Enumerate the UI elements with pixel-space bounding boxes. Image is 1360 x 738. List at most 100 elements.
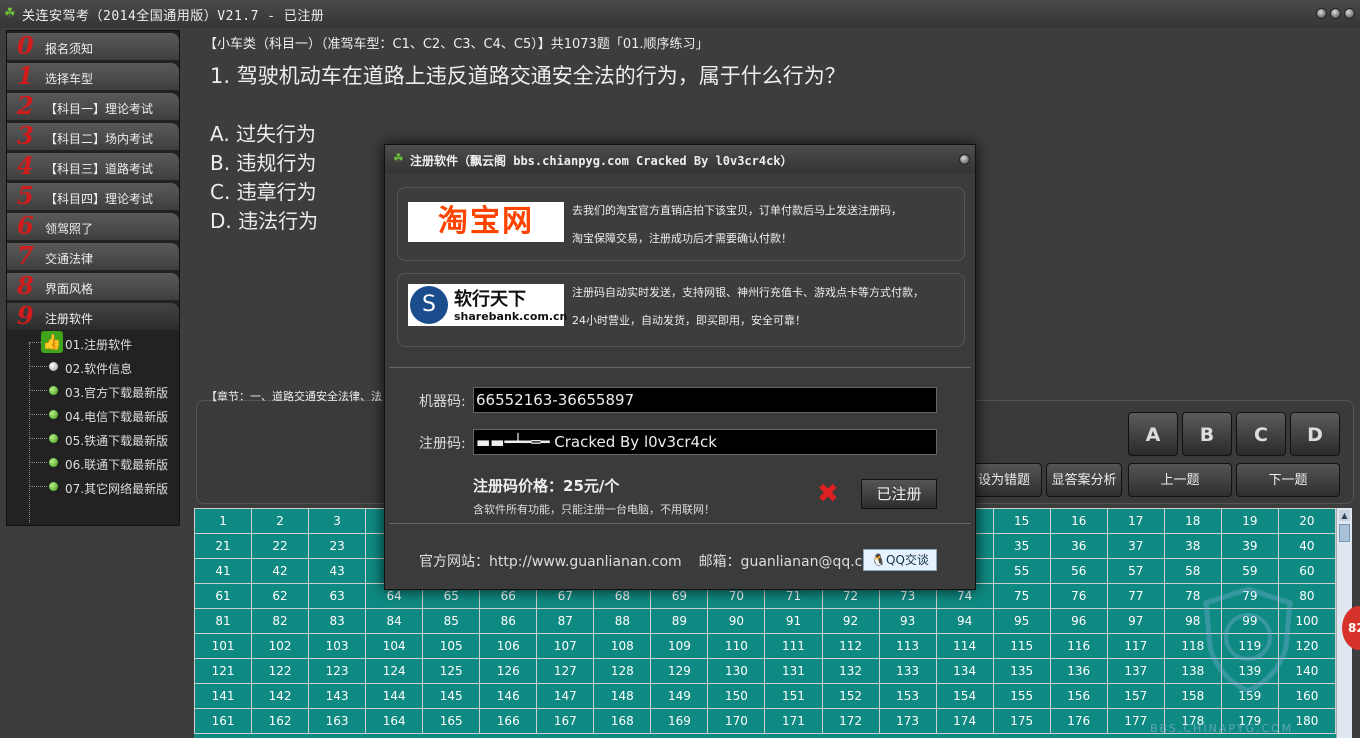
question-number-cell[interactable]: 111: [764, 633, 823, 659]
question-number-cell[interactable]: 108: [593, 633, 652, 659]
question-number-cell[interactable]: 107: [536, 633, 595, 659]
question-number-cell[interactable]: 122: [251, 658, 310, 684]
email-text[interactable]: 邮箱：guanlianan@qq.com: [699, 554, 885, 570]
question-number-cell[interactable]: 161: [194, 708, 253, 734]
question-number-cell[interactable]: 129: [650, 658, 709, 684]
question-number-cell[interactable]: 175: [992, 708, 1051, 734]
question-number-cell[interactable]: 166: [479, 708, 538, 734]
close-x-icon[interactable]: ✖: [817, 479, 839, 509]
question-number-cell[interactable]: 81: [194, 608, 253, 634]
answer-c-button[interactable]: C: [1236, 412, 1286, 456]
sidebar-item-6[interactable]: 6 领驾照了: [7, 211, 179, 241]
subitem-register[interactable]: 👍 01.注册软件: [29, 331, 179, 355]
sharebank-logo[interactable]: S 软行天下 sharebank.com.cn: [408, 284, 567, 326]
question-number-cell[interactable]: 109: [650, 633, 709, 659]
sidebar-item-9[interactable]: 9 注册软件: [7, 301, 179, 331]
subitem-tietong-download[interactable]: 05.铁通下载最新版: [29, 427, 179, 451]
question-number-cell[interactable]: 168: [593, 708, 652, 734]
question-number-cell[interactable]: 134: [935, 658, 994, 684]
question-number-cell[interactable]: 154: [935, 683, 994, 709]
question-number-cell[interactable]: 43: [308, 558, 367, 584]
question-number-cell[interactable]: 83: [308, 608, 367, 634]
question-number-cell[interactable]: 146: [479, 683, 538, 709]
question-number-cell[interactable]: 153: [878, 683, 937, 709]
question-number-cell[interactable]: 169: [650, 708, 709, 734]
sidebar-item-7[interactable]: 7 交通法律: [7, 241, 179, 271]
question-number-cell[interactable]: 20: [1277, 508, 1336, 534]
scroll-thumb[interactable]: [1339, 524, 1350, 542]
question-number-cell[interactable]: 91: [764, 608, 823, 634]
question-number-cell[interactable]: 17: [1106, 508, 1165, 534]
question-number-cell[interactable]: 19: [1220, 508, 1279, 534]
sidebar-item-4[interactable]: 4 【科目三】道路考试: [7, 151, 179, 181]
question-number-cell[interactable]: 93: [878, 608, 937, 634]
question-number-cell[interactable]: 92: [821, 608, 880, 634]
question-number-cell[interactable]: 142: [251, 683, 310, 709]
question-number-cell[interactable]: 157: [1106, 683, 1165, 709]
question-number-cell[interactable]: 116: [1049, 633, 1108, 659]
question-number-cell[interactable]: 165: [422, 708, 481, 734]
question-number-cell[interactable]: 137: [1106, 658, 1165, 684]
question-number-cell[interactable]: 2: [251, 508, 310, 534]
question-number-cell[interactable]: 42: [251, 558, 310, 584]
question-number-cell[interactable]: 176: [1049, 708, 1108, 734]
question-number-cell[interactable]: 128: [593, 658, 652, 684]
question-number-cell[interactable]: 131: [764, 658, 823, 684]
question-number-cell[interactable]: 124: [365, 658, 424, 684]
prev-question-button[interactable]: 上一题: [1128, 463, 1232, 497]
question-number-cell[interactable]: 112: [821, 633, 880, 659]
scroll-up-icon[interactable]: ▲: [1339, 510, 1350, 521]
question-number-cell[interactable]: 133: [878, 658, 937, 684]
question-number-cell[interactable]: 171: [764, 708, 823, 734]
machine-code-field[interactable]: 66552163-36655897: [473, 387, 937, 413]
question-number-cell[interactable]: 84: [365, 608, 424, 634]
question-number-cell[interactable]: 36: [1049, 533, 1108, 559]
answer-d-button[interactable]: D: [1290, 412, 1340, 456]
question-number-cell[interactable]: 115: [992, 633, 1051, 659]
question-number-cell[interactable]: 57: [1106, 558, 1165, 584]
subitem-info[interactable]: 02.软件信息: [29, 355, 179, 379]
question-number-cell[interactable]: 141: [194, 683, 253, 709]
question-number-cell[interactable]: 104: [365, 633, 424, 659]
question-number-cell[interactable]: 75: [992, 583, 1051, 609]
subitem-other-download[interactable]: 07.其它网络最新版: [29, 475, 179, 499]
question-number-cell[interactable]: 63: [308, 583, 367, 609]
question-number-cell[interactable]: 16: [1049, 508, 1108, 534]
question-number-cell[interactable]: 123: [308, 658, 367, 684]
question-number-cell[interactable]: 60: [1277, 558, 1336, 584]
sidebar-item-0[interactable]: 0 报名须知: [7, 31, 179, 61]
subitem-official-download[interactable]: 03.官方下载最新版: [29, 379, 179, 403]
question-number-cell[interactable]: 130: [707, 658, 766, 684]
taobao-logo[interactable]: 淘宝网: [408, 202, 564, 242]
sidebar-item-3[interactable]: 3 【科目二】场内考试: [7, 121, 179, 151]
question-number-cell[interactable]: 121: [194, 658, 253, 684]
sidebar-item-8[interactable]: 8 界面风格: [7, 271, 179, 301]
sidebar-item-2[interactable]: 2 【科目一】理论考试: [7, 91, 179, 121]
question-number-cell[interactable]: 117: [1106, 633, 1165, 659]
question-number-cell[interactable]: 127: [536, 658, 595, 684]
question-number-cell[interactable]: 58: [1163, 558, 1222, 584]
question-number-cell[interactable]: 132: [821, 658, 880, 684]
question-number-cell[interactable]: 23: [308, 533, 367, 559]
question-number-cell[interactable]: 59: [1220, 558, 1279, 584]
question-number-cell[interactable]: 151: [764, 683, 823, 709]
reg-code-field[interactable]: ▬▬━┷━═━ Cracked By l0v3cr4ck: [473, 429, 937, 455]
question-number-cell[interactable]: 156: [1049, 683, 1108, 709]
question-number-cell[interactable]: 103: [308, 633, 367, 659]
question-number-cell[interactable]: 1: [194, 508, 253, 534]
question-number-cell[interactable]: 87: [536, 608, 595, 634]
question-number-cell[interactable]: 167: [536, 708, 595, 734]
question-number-cell[interactable]: 94: [935, 608, 994, 634]
question-number-cell[interactable]: 147: [536, 683, 595, 709]
question-number-cell[interactable]: 106: [479, 633, 538, 659]
question-number-cell[interactable]: 102: [251, 633, 310, 659]
question-number-cell[interactable]: 135: [992, 658, 1051, 684]
question-number-cell[interactable]: 162: [251, 708, 310, 734]
question-number-cell[interactable]: 145: [422, 683, 481, 709]
question-number-cell[interactable]: 173: [878, 708, 937, 734]
question-number-cell[interactable]: 18: [1163, 508, 1222, 534]
question-number-cell[interactable]: 155: [992, 683, 1051, 709]
question-number-cell[interactable]: 77: [1106, 583, 1165, 609]
question-number-cell[interactable]: 110: [707, 633, 766, 659]
question-number-cell[interactable]: 164: [365, 708, 424, 734]
